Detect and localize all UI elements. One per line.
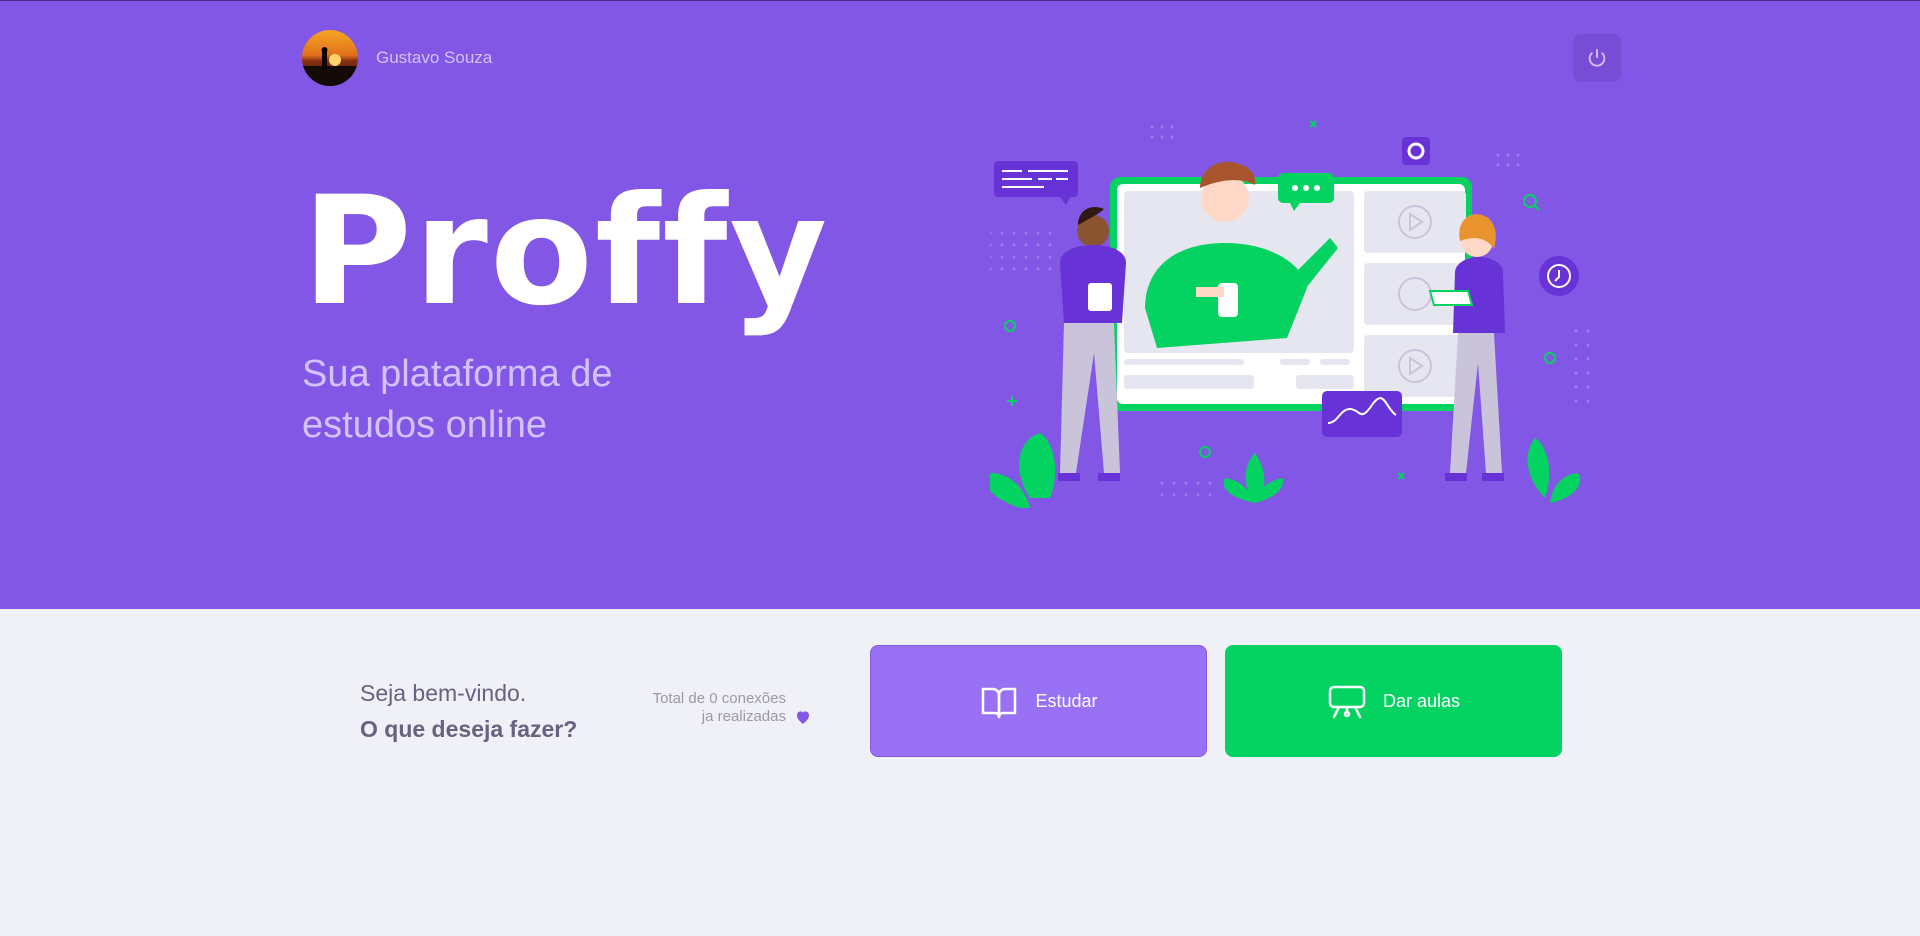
chart-card [1322, 391, 1402, 437]
teach-button-label: Dar aulas [1382, 690, 1461, 711]
study-button[interactable]: Estudar [870, 645, 1207, 757]
presentation-icon [1328, 685, 1366, 719]
power-icon [1588, 48, 1606, 67]
user-profile[interactable]: Gustavo Souza [302, 29, 492, 87]
total-connections-suffix: ja realizadas [701, 708, 786, 725]
teach-button[interactable]: Dar aulas [1225, 645, 1562, 757]
app-logo: Proffy [302, 165, 830, 339]
book-open-icon [982, 687, 1017, 719]
total-connections: Total de 0 conexões ja realizadas [620, 690, 786, 726]
user-avatar[interactable] [302, 30, 358, 86]
hero-illustration [990, 120, 1590, 508]
welcome-question: O que deseja fazer? [360, 716, 578, 742]
tagline-line-2: estudos online [302, 404, 548, 446]
welcome-greeting: Seja bem-vindo. [360, 680, 527, 706]
heart-icon [797, 711, 809, 724]
chat-bubble-left [994, 161, 1078, 205]
tagline-line-1: Sua plataforma de [302, 353, 613, 395]
hero-section: Gustavo Souza Proffy Sua plataforma de e… [0, 0, 1920, 609]
clock-badge [1539, 256, 1579, 296]
study-button-label: Estudar [1035, 690, 1098, 711]
logout-button[interactable] [1573, 34, 1621, 82]
gear-badge [1402, 137, 1430, 165]
tagline: Sua plataforma de estudos online [302, 349, 722, 451]
total-connections-count: Total de 0 conexões [652, 690, 786, 707]
welcome-text: Seja bem-vindo. O que deseja fazer? [360, 675, 577, 747]
user-name: Gustavo Souza [376, 48, 493, 67]
